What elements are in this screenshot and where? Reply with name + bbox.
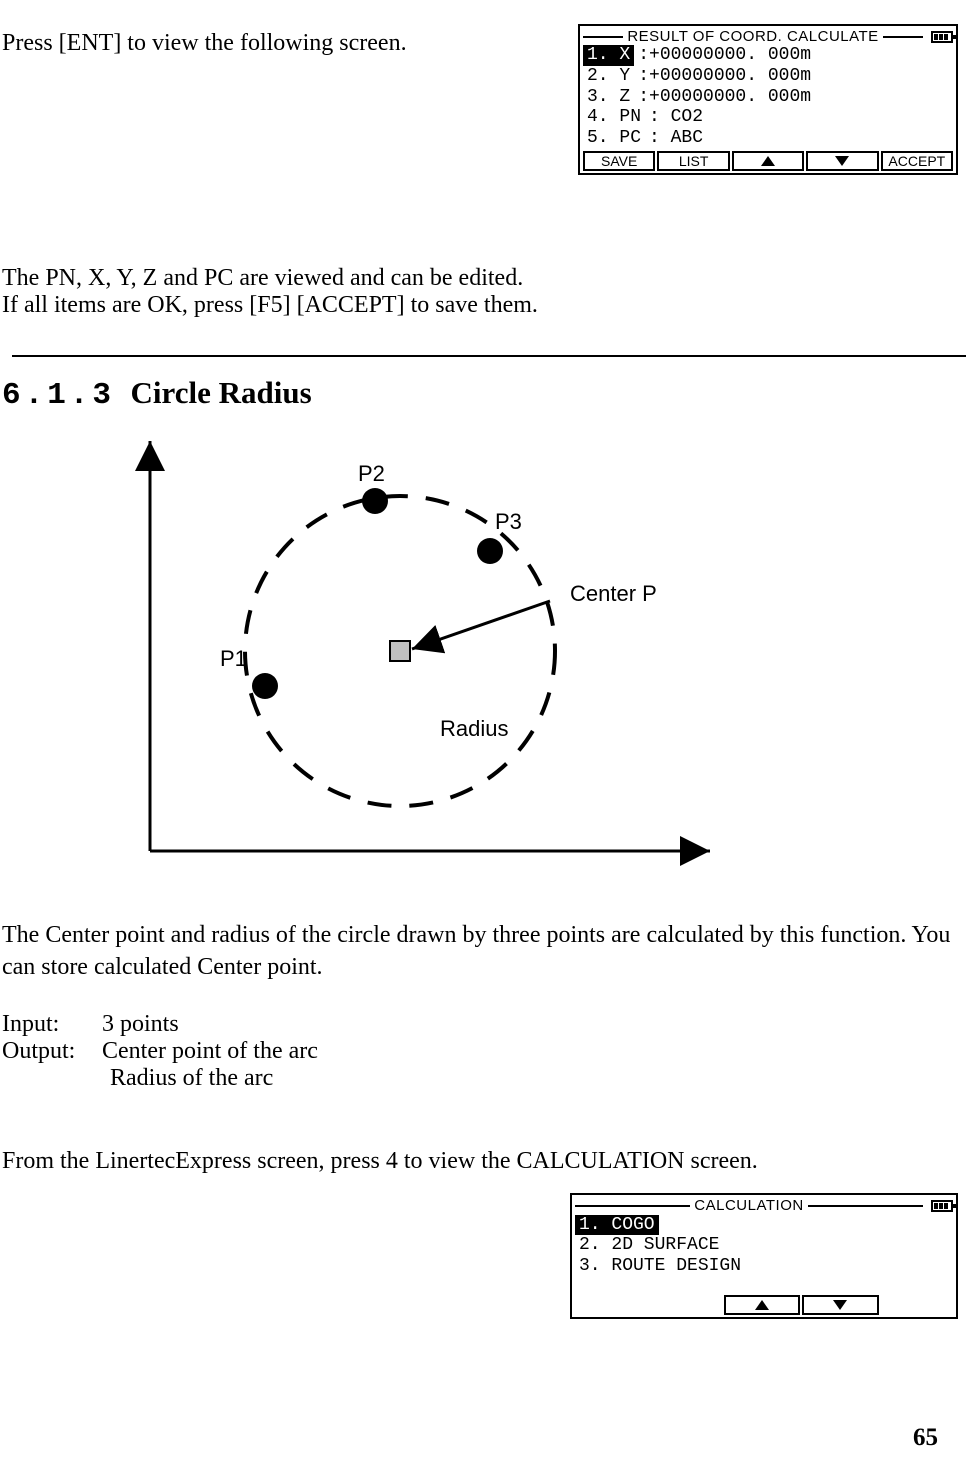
lcd2-title: CALCULATION: [694, 1197, 803, 1214]
softkey-list[interactable]: LIST: [657, 151, 729, 171]
instruction-text: Press [ENT] to view the following screen…: [2, 24, 566, 57]
diagram-label-radius: Radius: [440, 716, 508, 742]
battery-icon: [931, 31, 953, 43]
description-text: The Center point and radius of the circl…: [0, 919, 968, 984]
lcd1-line-4: 4. PN : CO2: [583, 107, 953, 128]
softkey-save[interactable]: SAVE: [583, 151, 655, 171]
page-number: 65: [913, 1424, 938, 1452]
diagram-label-p1: P1: [220, 646, 247, 672]
lcd2-line-1: 1. COGO: [575, 1215, 953, 1236]
lcd1-title: RESULT OF COORD. CALCULATE: [627, 28, 878, 45]
output-value-2: Radius of the arc: [102, 1065, 273, 1092]
diagram-label-p3: P3: [495, 509, 522, 535]
softkey-up[interactable]: [724, 1295, 800, 1315]
lcd2-line-2: 2. 2D SURFACE: [575, 1235, 953, 1256]
softkey-up[interactable]: [732, 151, 804, 171]
lcd1-line-1: 1. X :+00000000. 000m: [583, 45, 953, 66]
section-heading: 6.1.3 Circle Radius: [0, 375, 968, 413]
output-label: Output:: [2, 1038, 102, 1065]
input-value: 3 points: [102, 1011, 179, 1038]
softkey-blank: [881, 1295, 953, 1315]
circle-radius-diagram: P1 P2 P3 Center P Radius: [120, 431, 760, 871]
battery-icon: [931, 1200, 953, 1212]
para-accept-text: If all items are OK, press [F5] [ACCEPT]…: [2, 292, 962, 319]
lcd1-line-5: 5. PC : ABC: [583, 128, 953, 149]
section-divider: [12, 355, 966, 357]
input-label: Input:: [2, 1011, 102, 1038]
lcd-result-screen: RESULT OF COORD. CALCULATE 1. X :+000000…: [578, 24, 958, 175]
lcd2-line-3: 3. ROUTE DESIGN: [575, 1256, 953, 1277]
softkey-down[interactable]: [806, 151, 878, 171]
lcd1-line-2: 2. Y :+00000000. 000m: [583, 66, 953, 87]
arrow-down-icon: [835, 156, 849, 166]
output-value-1: Center point of the arc: [102, 1038, 318, 1065]
arrow-up-icon: [755, 1300, 769, 1310]
softkey-blank: [575, 1295, 647, 1315]
diagram-label-p2: P2: [358, 461, 385, 487]
softkey-down[interactable]: [802, 1295, 878, 1315]
navigation-instruction: From the LinertecExpress screen, press 4…: [0, 1148, 968, 1175]
softkey-blank: [649, 1295, 721, 1315]
lcd1-line-3: 3. Z :+00000000. 000m: [583, 87, 953, 108]
softkey-accept[interactable]: ACCEPT: [881, 151, 953, 171]
lcd-calculation-screen: CALCULATION 1. COGO 2. 2D SURFACE 3. ROU…: [570, 1193, 958, 1318]
arrow-up-icon: [761, 156, 775, 166]
diagram-label-center: Center P: [570, 581, 657, 607]
para-edit-text: The PN, X, Y, Z and PC are viewed and ca…: [2, 265, 962, 292]
arrow-down-icon: [833, 1300, 847, 1310]
